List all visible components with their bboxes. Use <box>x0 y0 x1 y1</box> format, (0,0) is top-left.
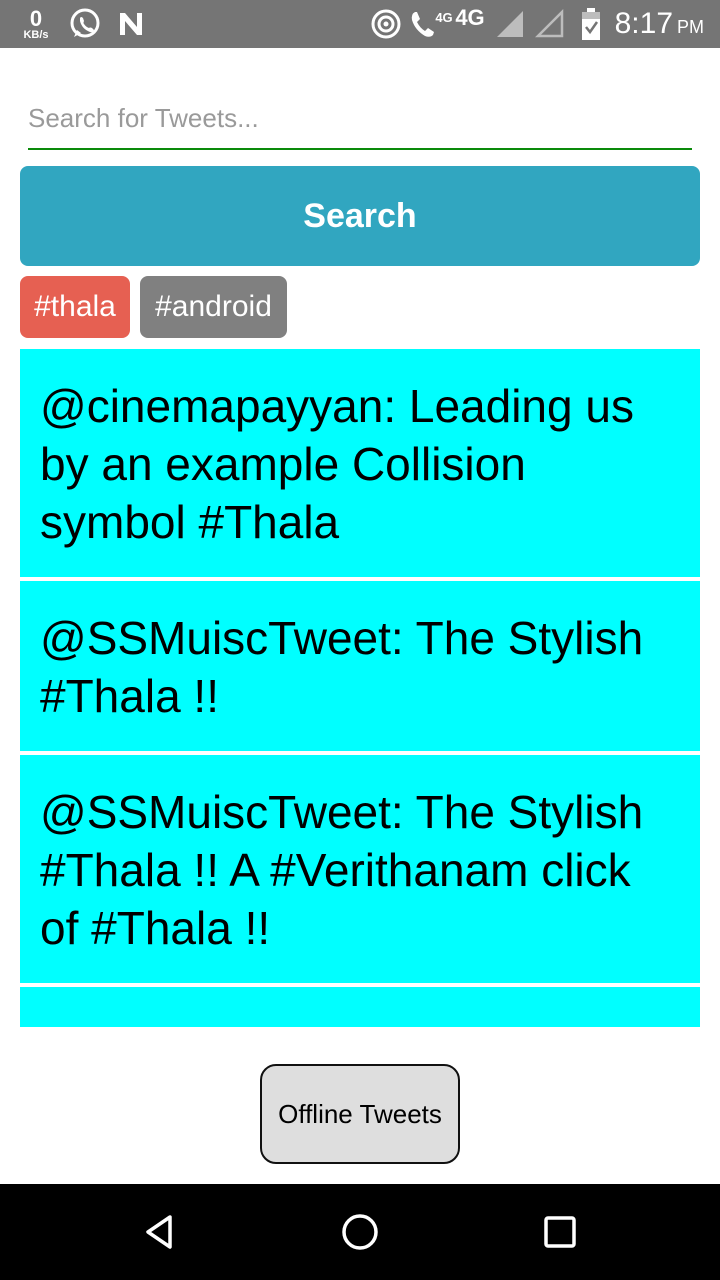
battery-icon <box>574 0 608 48</box>
volte-call-icon: 4G <box>408 0 454 48</box>
network-label: 4G <box>455 5 485 30</box>
hashtag-chip-thala[interactable]: #thala <box>20 276 130 338</box>
search-field <box>28 94 692 150</box>
recents-icon <box>544 1216 576 1248</box>
search-input[interactable] <box>28 94 692 142</box>
offline-tweets-button[interactable]: Offline Tweets <box>260 1064 460 1164</box>
back-button[interactable] <box>112 1184 208 1280</box>
back-icon <box>146 1215 172 1249</box>
tweet-list[interactable]: @cinemapayyan: Leading us by an example … <box>20 349 700 1054</box>
clock-time: 8:17 <box>614 7 673 40</box>
tweet-item[interactable]: @SSMuiscTweet: The Stylish #Thala !! A #… <box>20 755 700 983</box>
search-button[interactable]: Search <box>20 166 700 266</box>
tweet-item-partial[interactable] <box>20 987 700 1027</box>
net-speed-unit: KB/s <box>23 28 49 41</box>
home-button[interactable] <box>312 1184 408 1280</box>
hashtag-chip-android[interactable]: #android <box>140 276 287 338</box>
net-speed: 0 KB/s <box>14 0 58 48</box>
signal-empty-icon <box>532 0 568 48</box>
hotspot-icon <box>368 0 404 48</box>
tweet-item[interactable]: @cinemapayyan: Leading us by an example … <box>20 349 700 577</box>
whatsapp-icon <box>66 0 104 48</box>
clock-ampm: PM <box>677 16 704 37</box>
clock: 8:17 PM <box>615 0 704 48</box>
status-bar: 0 KB/s 4G 4G 8:17 PM <box>0 0 720 48</box>
navigation-bar <box>0 1184 720 1280</box>
n-icon <box>114 0 148 48</box>
network-label-small: 4G <box>435 9 453 25</box>
home-icon <box>342 1214 378 1250</box>
tweet-item[interactable]: @SSMuiscTweet: The Stylish #Thala !! <box>20 581 700 751</box>
recents-button[interactable] <box>512 1184 608 1280</box>
net-speed-value: 0 <box>29 5 43 31</box>
signal-icon <box>492 0 528 48</box>
